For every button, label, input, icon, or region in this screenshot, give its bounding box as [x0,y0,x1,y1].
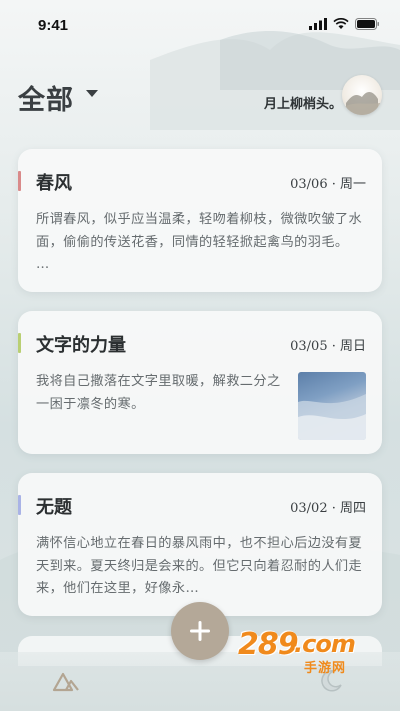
card-excerpt: 所谓春风，似乎应当温柔，轻吻着柳枝，微微吹皱了水面，偷偷的传送花香，同情的轻轻掀… [36,212,363,272]
card-date: 03/02 · 周四 [290,501,366,516]
card-date: 03/06 · 周一 [290,177,366,192]
card-accent-bar [18,495,21,515]
mountain-icon[interactable] [52,668,80,692]
diary-card[interactable]: 春风 03/06 · 周一 所谓春风，似乎应当温柔，轻吻着柳枝，微微吹皱了水面，… [18,149,382,292]
watermark-subtitle: 手游网 [304,661,347,676]
card-title: 无题 [36,497,72,518]
card-title: 文字的力量 [36,335,126,356]
signal-icon [309,18,327,30]
diary-card[interactable]: 文字的力量 03/05 · 周日 我将自己撒落在文字里取暖，解救二分之一困于凛冬… [18,311,382,454]
add-entry-button[interactable] [171,602,229,660]
card-accent-bar [18,333,21,353]
card-excerpt: 我将自己撒落在文字里取暖，解救二分之一困于凛冬的寒。 [36,374,281,412]
user-name: 月上柳梢头。 [263,97,342,112]
card-accent-bar [18,171,21,191]
diary-card[interactable]: 无题 03/02 · 周四 满怀信心地立在春日的暴风雨中，也不担心后边没有夏天到… [18,473,382,616]
avatar[interactable] [342,75,382,115]
card-date: 03/05 · 周日 [290,339,366,354]
battery-icon [355,18,379,30]
status-time: 9:41 [38,17,69,34]
add-icon [190,621,210,641]
card-excerpt: 满怀信心地立在春日的暴风雨中，也不担心后边没有夏天到来。夏天终归是会来的。但它只… [36,536,363,596]
card-title: 春风 [36,173,72,194]
watermark-suffix: .com [294,630,356,658]
wifi-icon [333,18,349,29]
caret-down-icon[interactable] [86,90,98,97]
category-filter-title[interactable]: 全部 [18,78,74,117]
status-icons [309,18,380,30]
status-bar: 9:41 [0,0,400,50]
card-thumbnail-image[interactable] [298,372,366,440]
site-watermark-logo: 289 .com 手游网 [232,627,382,676]
avatar-landscape-icon [344,92,380,115]
watermark-number: 289 [238,627,299,662]
